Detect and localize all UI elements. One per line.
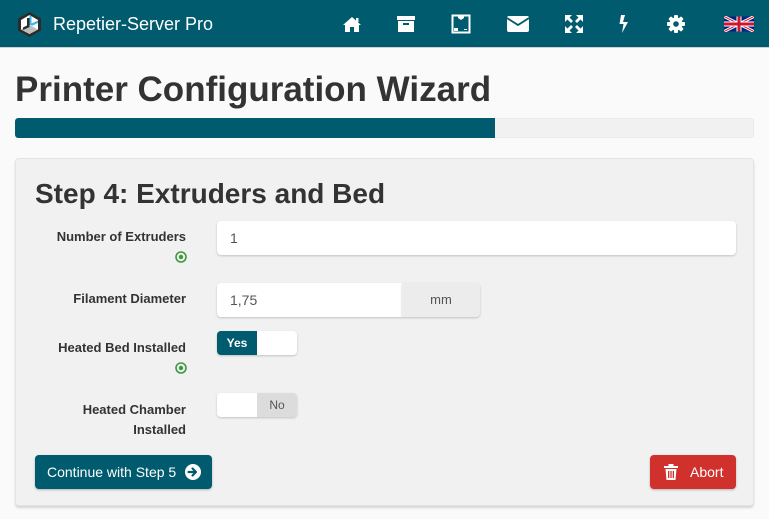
archive-icon[interactable] bbox=[394, 12, 418, 36]
heated-bed-label: Heated Bed Installed bbox=[58, 340, 186, 355]
language-flag-uk-icon[interactable] bbox=[724, 12, 754, 36]
heated-chamber-label: Heated Chamber Installed bbox=[83, 400, 186, 440]
fullscreen-icon[interactable] bbox=[562, 12, 586, 36]
step-title: Step 4: Extruders and Bed bbox=[35, 178, 386, 209]
filament-diameter-label: Filament Diameter bbox=[73, 291, 186, 306]
top-navbar: Repetier-Server Pro bbox=[0, 0, 769, 48]
brand[interactable]: Repetier-Server Pro bbox=[16, 11, 213, 38]
settings-icon[interactable] bbox=[664, 12, 688, 36]
heated-chamber-label-line2: Installed bbox=[133, 422, 186, 437]
heated-bed-toggle[interactable]: Yes bbox=[217, 331, 297, 355]
wizard-step-panel: Step 4: Extruders and Bed Number of Extr… bbox=[15, 158, 754, 506]
extruders-label: Number of Extruders bbox=[56, 229, 186, 244]
ok-circle-icon bbox=[175, 251, 187, 263]
ok-circle-icon bbox=[175, 362, 187, 374]
filament-diameter-input[interactable] bbox=[217, 283, 402, 317]
filament-unit-addon: mm bbox=[402, 283, 480, 317]
power-icon[interactable] bbox=[612, 12, 636, 36]
heated-chamber-label-line1: Heated Chamber bbox=[82, 402, 186, 417]
continue-button-label: Continue with Step 5 bbox=[47, 464, 177, 480]
printer-icon[interactable] bbox=[449, 12, 473, 36]
toggle-off-label: No bbox=[257, 393, 297, 417]
wizard-progress-bar bbox=[15, 118, 754, 138]
app-name: Repetier-Server Pro bbox=[53, 14, 214, 34]
extruders-input[interactable] bbox=[217, 221, 736, 255]
abort-button[interactable]: Abort bbox=[650, 455, 736, 489]
continue-step-5-button[interactable]: Continue with Step 5 bbox=[35, 455, 212, 489]
wizard-progress-fill bbox=[15, 118, 496, 138]
heated-chamber-toggle[interactable]: No bbox=[217, 393, 297, 417]
abort-button-label: Abort bbox=[690, 464, 724, 480]
arrow-circle-right-icon bbox=[185, 464, 202, 480]
repetier-logo-icon bbox=[18, 12, 41, 37]
toggle-handle bbox=[257, 331, 297, 355]
toggle-handle bbox=[217, 393, 257, 417]
trash-icon bbox=[664, 464, 678, 480]
messages-icon[interactable] bbox=[506, 12, 530, 36]
page-title: Printer Configuration Wizard bbox=[15, 70, 492, 109]
toggle-on-label: Yes bbox=[217, 331, 257, 355]
home-icon[interactable] bbox=[340, 12, 364, 36]
